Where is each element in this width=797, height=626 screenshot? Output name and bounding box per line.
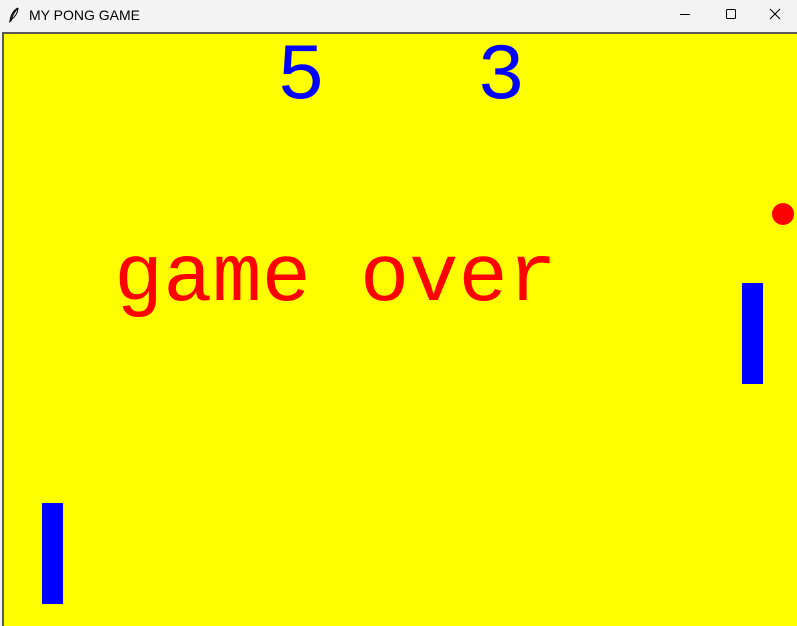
minimize-icon <box>679 7 691 23</box>
game-canvas[interactable]: 5 3 game over <box>2 32 797 626</box>
right-paddle <box>742 283 763 384</box>
close-button[interactable] <box>752 0 797 30</box>
close-icon <box>769 7 781 23</box>
window-title: MY PONG GAME <box>29 7 140 23</box>
maximize-icon <box>725 7 737 23</box>
left-player-score: 5 <box>277 32 326 123</box>
feather-icon <box>8 7 20 23</box>
right-player-score: 3 <box>477 32 526 123</box>
minimize-button[interactable] <box>662 0 708 30</box>
app-window: MY PONG GAME 5 3 game over <box>0 0 797 626</box>
maximize-button[interactable] <box>708 0 754 30</box>
left-paddle <box>42 503 63 604</box>
game-over-message: game over <box>114 232 557 325</box>
title-bar[interactable]: MY PONG GAME <box>0 0 797 30</box>
ball <box>772 203 794 225</box>
